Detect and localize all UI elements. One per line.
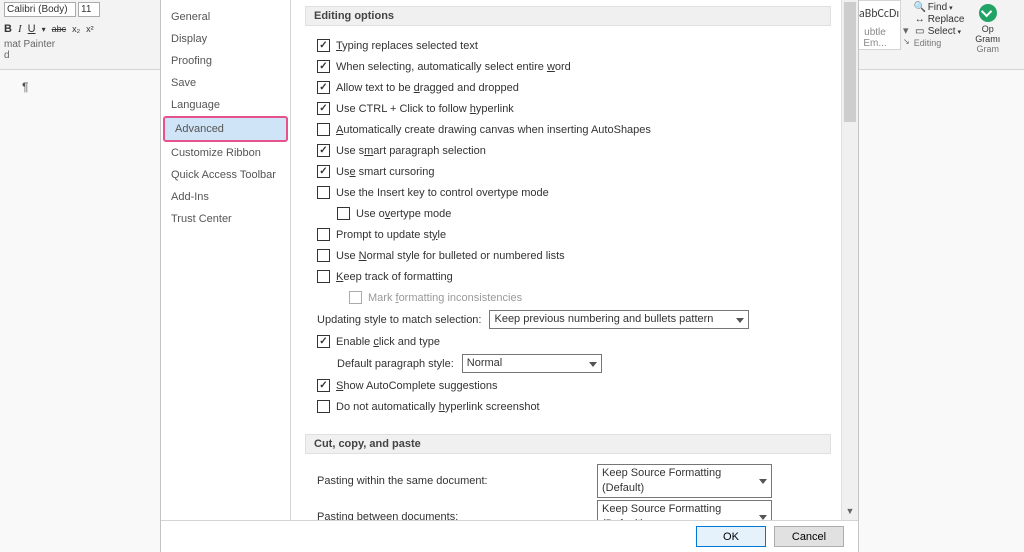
clipboard-label-frag: d [4,50,10,61]
word-options-dialog: General Display Proofing Save Language A… [160,0,859,552]
select-icon: ▭ [914,26,926,37]
editing-group-label: Editing [914,38,968,48]
nav-proofing[interactable]: Proofing [161,50,290,72]
replace-button[interactable]: ↔Replace [914,14,968,25]
strikethrough-button[interactable]: abc [52,24,67,34]
grammarly-op-label: Op [970,24,1006,34]
paragraph-mark-icon: ¶ [22,80,28,94]
chk-click-type[interactable] [317,335,330,348]
scroll-thumb[interactable] [844,2,856,122]
chk-smart-para[interactable] [317,144,330,157]
chk-typing-replaces[interactable] [317,39,330,52]
scroll-down-arrow-icon[interactable]: ▼ [842,503,858,520]
lbl-autocomplete: Show AutoComplete suggestions [336,380,497,392]
select-button[interactable]: ▭Select▾ [914,26,968,37]
nav-general[interactable]: General [161,6,290,28]
editing-group: 🔍Find▾ ↔Replace ▭Select▾ Editing [912,0,970,70]
grammarly-group[interactable]: Op Gramı Gram [970,0,1006,70]
ribbon-home-font-group: Calibri (Body) 11 B I U ▾ abc x₂ x² mat … [0,0,160,70]
chk-select-word[interactable] [317,60,330,73]
lbl-updating-style: Updating style to match selection: [317,314,481,326]
cut-copy-paste-header: Cut, copy, and paste [305,434,831,454]
lbl-ctrl-click: Use CTRL + Click to follow hyperlink [336,103,514,115]
combo-paste-between[interactable]: Keep Source Formatting (Default) [597,500,772,520]
chk-mark-inconsist [349,291,362,304]
chk-no-hyperlink-ss[interactable] [317,400,330,413]
lbl-typing-replaces: Typing replaces selected text [336,40,478,52]
combo-paste-within[interactable]: Keep Source Formatting (Default) [597,464,772,498]
combo-default-para[interactable]: Normal [462,354,602,373]
nav-advanced[interactable]: Advanced [163,116,288,142]
chk-keep-track[interactable] [317,270,330,283]
vertical-scrollbar[interactable]: ▲ ▼ [841,0,858,520]
chk-overtype[interactable] [337,207,350,220]
options-nav: General Display Proofing Save Language A… [161,0,291,520]
find-button[interactable]: 🔍Find▾ [914,2,968,13]
chk-prompt-style[interactable] [317,228,330,241]
chk-normal-bullets[interactable] [317,249,330,262]
combo-updating-style[interactable]: Keep previous numbering and bullets patt… [489,310,749,329]
nav-language[interactable]: Language [161,94,290,116]
grammarly-name-label: Gramı [970,34,1006,44]
lbl-smart-para: Use smart paragraph selection [336,145,486,157]
nav-quick-access[interactable]: Quick Access Toolbar [161,164,290,186]
replace-icon: ↔ [914,14,926,25]
lbl-select-word: When selecting, automatically select ent… [336,61,571,73]
cancel-button[interactable]: Cancel [774,526,844,547]
nav-save[interactable]: Save [161,72,290,94]
chk-drag-drop[interactable] [317,81,330,94]
lbl-keep-track: Keep track of formatting [336,271,453,283]
grammarly-icon [979,4,997,22]
chk-insert-key[interactable] [317,186,330,199]
chk-autocomplete[interactable] [317,379,330,392]
lbl-drag-drop: Allow text to be dragged and dropped [336,82,519,94]
underline-button[interactable]: U [28,23,36,35]
editing-options-header: Editing options [305,6,831,26]
nav-trust-center[interactable]: Trust Center [161,208,290,230]
font-size-selector[interactable]: 11 [78,2,100,17]
lbl-paste-within: Pasting within the same document: [317,475,597,487]
lbl-normal-bullets: Use Normal style for bulleted or numbere… [336,250,565,262]
lbl-default-para: Default paragraph style: [337,358,454,370]
chk-auto-canvas[interactable] [317,123,330,136]
chk-smart-cursor[interactable] [317,165,330,178]
format-painter-label[interactable]: mat Painter [4,39,55,50]
styles-more[interactable]: ▾↘ [901,0,912,70]
options-content: Editing options Typing replaces selected… [291,0,841,520]
lbl-insert-key: Use the Insert key to control overtype m… [336,187,549,199]
subscript-button[interactable]: x₂ [72,24,80,34]
lbl-mark-inconsist: Mark formatting inconsistencies [368,292,522,304]
nav-add-ins[interactable]: Add-Ins [161,186,290,208]
lbl-no-hyperlink-ss: Do not automatically hyperlink screensho… [336,401,540,413]
superscript-button[interactable]: x² [86,24,94,34]
lbl-smart-cursor: Use smart cursoring [336,166,434,178]
lbl-auto-canvas: Automatically create drawing canvas when… [336,124,651,136]
chk-ctrl-click[interactable] [317,102,330,115]
lbl-click-type: Enable click and type [336,336,440,348]
ok-button[interactable]: OK [696,526,766,547]
dialog-footer: OK Cancel [161,520,858,552]
lbl-paste-between: Pasting between documents: [317,511,597,520]
font-name-selector[interactable]: Calibri (Body) [4,2,76,17]
nav-display[interactable]: Display [161,28,290,50]
lbl-overtype: Use overtype mode [356,208,451,220]
bold-button[interactable]: B [4,23,12,35]
italic-button[interactable]: I [18,23,22,35]
ribbon-right-groups: AaBbCcDı ubtle Em... ▾↘ 🔍Find▾ ↔Replace … [849,0,1024,70]
grammarly-group-label: Gram [970,44,1006,54]
lbl-prompt-style: Prompt to update style [336,229,446,241]
find-icon: 🔍 [914,2,926,13]
nav-customize-ribbon[interactable]: Customize Ribbon [161,142,290,164]
